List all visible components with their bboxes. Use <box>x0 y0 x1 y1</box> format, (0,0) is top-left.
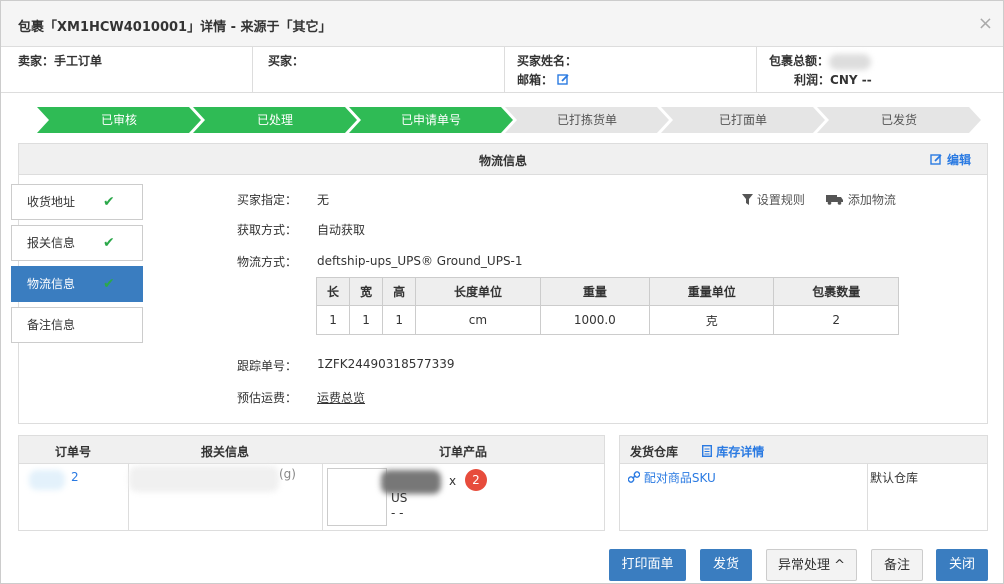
col-order-number: 订单号 <box>55 445 92 459</box>
method-value: deftship-ups_UPS® Ground_UPS-1 <box>317 254 523 268</box>
email-label: 邮箱： <box>517 73 554 87</box>
order-info-bar: 卖家：手工订单 买家： 买家姓名： 邮箱： 包裹总额： 利润：CNY -- <box>1 47 1003 93</box>
order-number-link[interactable]: 2 <box>71 470 79 484</box>
edit-logistics-button[interactable]: 编辑 <box>930 151 971 168</box>
print-label-button[interactable]: 打印面单 <box>609 549 686 581</box>
col-height: 高 <box>382 277 417 306</box>
chevron-up-icon: ^ <box>834 558 846 573</box>
cell-weight-unit: 克 <box>648 305 775 335</box>
link-icon <box>627 471 641 483</box>
progress-steps: 已审核 已处理 已申请单号 已打拣货单 已打面单 已发货 <box>37 107 983 133</box>
ship-button[interactable]: 发货 <box>700 549 752 581</box>
profit-value: CNY -- <box>830 73 872 87</box>
order-number-redacted <box>29 470 65 490</box>
warehouse-header: 发货仓库 库存详情 <box>620 436 987 464</box>
check-icon: ✔ <box>103 194 115 210</box>
add-logistics-button[interactable]: 添加物流 <box>826 191 896 208</box>
tracking-value: 1ZFK24490318577339 <box>317 357 455 371</box>
document-icon <box>701 444 713 458</box>
col-width: 宽 <box>349 277 384 306</box>
step-reviewed: 已审核 <box>37 107 201 133</box>
product-fragment-x: x <box>449 474 457 488</box>
buyer-label: 买家： <box>268 54 305 68</box>
edit-email-icon[interactable] <box>557 73 570 87</box>
close-button[interactable]: 关闭 <box>936 549 988 581</box>
table-row: 1 1 1 cm 1000.0 克 2 <box>315 305 899 335</box>
tracking-label: 跟踪单号： <box>237 359 298 373</box>
set-rule-button[interactable]: 设置规则 <box>742 191 805 208</box>
col-weight-unit: 重量单位 <box>648 277 775 306</box>
sidenav-item-notes[interactable]: 备注信息 <box>11 307 143 343</box>
product-thumbnail[interactable] <box>327 468 387 526</box>
fetch-method-value: 自动获取 <box>317 223 366 237</box>
filter-icon <box>742 194 753 205</box>
exception-button[interactable]: 异常处理 ^ <box>766 549 857 581</box>
warehouse-col-label: 发货仓库 <box>630 445 679 459</box>
package-dimensions-table: 长 宽 高 长度单位 重量 重量单位 包裹数量 1 1 1 cm 1000.0 … <box>315 277 899 335</box>
orders-header: 订单号 报关信息 订单产品 <box>19 436 604 464</box>
col-customs: 报关信息 <box>201 445 250 459</box>
method-label: 物流方式： <box>237 255 298 269</box>
buyer-cell: 买家： <box>253 47 505 93</box>
col-length: 长 <box>315 277 351 306</box>
orders-panel: 订单号 报关信息 订单产品 2 (g) x US - - 2 <box>18 435 605 531</box>
step-picklist-printed: 已打拣货单 <box>505 107 669 133</box>
seller-label: 卖家： <box>18 54 55 68</box>
step-shipped: 已发货 <box>817 107 981 133</box>
package-detail-dialog: 包裹「XM1HCW4010001」详情 - 来源于「其它」 × 卖家：手工订单 … <box>0 0 1004 584</box>
col-weight: 重量 <box>539 277 650 306</box>
fetch-method-label: 获取方式： <box>237 223 298 237</box>
buyer-name-cell: 买家姓名： 邮箱： <box>505 47 757 93</box>
col-package-count: 包裹数量 <box>773 277 899 306</box>
cell-width: 1 <box>349 305 384 335</box>
step-tracking-applied: 已申请单号 <box>349 107 513 133</box>
check-icon: ✔ <box>103 235 115 251</box>
seller-cell: 卖家：手工订单 <box>1 47 253 93</box>
cell-package-count: 2 <box>773 305 899 335</box>
buyer-name-label: 买家姓名： <box>517 54 578 68</box>
cell-height: 1 <box>382 305 417 335</box>
customs-fragment: (g) <box>279 467 296 481</box>
stock-detail-link[interactable]: 库存详情 <box>701 443 764 460</box>
dialog-title: 包裹「XM1HCW4010001」详情 - 来源于「其它」 <box>18 20 332 35</box>
warehouse-panel: 发货仓库 库存详情 配对商品SKU 默认仓库 <box>619 435 988 531</box>
col-products: 订单产品 <box>439 445 488 459</box>
product-name-redacted <box>381 470 441 494</box>
sidenav-item-address[interactable]: 收货地址 ✔ <box>11 184 143 220</box>
profit-label: 利润： <box>794 73 831 87</box>
total-value-redacted <box>829 53 872 70</box>
buyer-specified-value: 无 <box>317 193 330 207</box>
cell-weight: 1000.0 <box>539 305 650 335</box>
cell-length-unit: cm <box>415 305 541 335</box>
col-length-unit: 长度单位 <box>415 277 541 306</box>
note-button[interactable]: 备注 <box>871 549 923 581</box>
logistics-title: 物流信息 <box>478 154 527 168</box>
product-fragment-us: US <box>391 491 408 505</box>
total-cell: 包裹总额： 利润：CNY -- <box>757 47 1003 93</box>
default-warehouse: 默认仓库 <box>870 471 919 485</box>
customs-redacted <box>129 466 279 492</box>
truck-icon <box>826 195 843 205</box>
cell-length: 1 <box>315 305 351 335</box>
match-sku-link[interactable]: 配对商品SKU <box>627 469 716 486</box>
step-processed: 已处理 <box>193 107 357 133</box>
close-icon[interactable]: × <box>978 13 993 34</box>
dialog-titlebar: 包裹「XM1HCW4010001」详情 - 来源于「其它」 × <box>1 1 1003 47</box>
sidenav-item-customs[interactable]: 报关信息 ✔ <box>11 225 143 261</box>
sidenav-item-logistics[interactable]: 物流信息 ✔ <box>11 266 143 302</box>
seller-value: 手工订单 <box>54 54 103 68</box>
total-label: 包裹总额： <box>769 54 830 68</box>
step-label-printed: 已打面单 <box>661 107 825 133</box>
logistics-header: 物流信息 编辑 <box>19 144 987 175</box>
freight-overview-link[interactable]: 运费总览 <box>317 389 365 406</box>
estimate-label: 预估运费： <box>237 391 298 405</box>
buyer-specified-label: 买家指定： <box>237 193 298 207</box>
edit-icon <box>930 154 942 165</box>
check-icon: ✔ <box>103 276 115 292</box>
quantity-badge: 2 <box>465 469 487 491</box>
product-fragment-dash: - - <box>391 506 404 520</box>
